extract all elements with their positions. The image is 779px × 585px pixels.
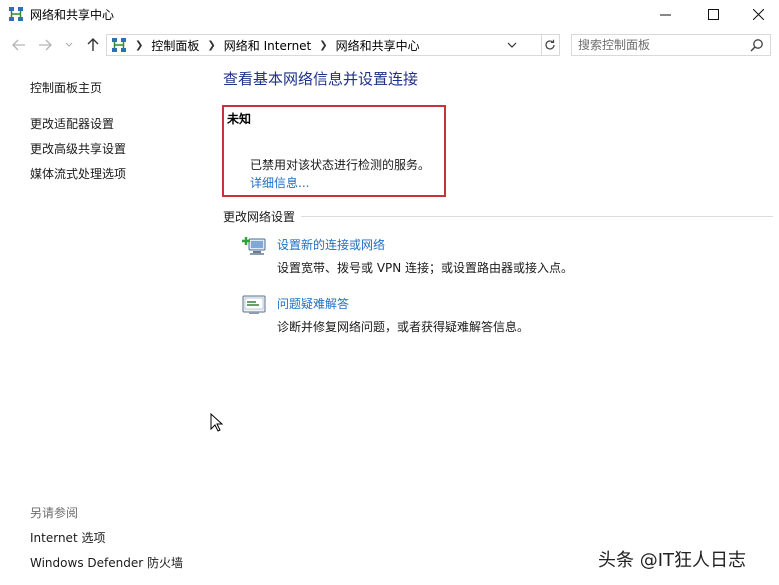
recent-locations-button[interactable]: [62, 36, 76, 54]
maximize-icon: [707, 8, 719, 20]
network-status-text: 已禁用对该状态进行检测的服务。: [250, 158, 431, 172]
back-button[interactable]: [10, 36, 28, 54]
address-history-button[interactable]: [505, 37, 519, 53]
page-title: 查看基本网络信息并设置连接: [223, 70, 419, 88]
breadcrumb-separator-icon[interactable]: ❯: [319, 40, 327, 51]
troubleshoot-problems-link[interactable]: 问题疑难解答: [277, 295, 349, 312]
close-icon: [752, 8, 764, 20]
chevron-down-icon: [507, 42, 517, 48]
troubleshoot-icon: [242, 295, 266, 314]
arrow-left-icon: [12, 39, 25, 51]
maximize-button[interactable]: [690, 0, 736, 28]
new-connection-icon: [242, 237, 266, 255]
see-also-heading: 另请参阅: [30, 506, 79, 520]
control-panel-icon: [112, 38, 126, 52]
up-button[interactable]: [84, 36, 102, 54]
change-adapter-settings-link[interactable]: 更改适配器设置: [30, 115, 114, 132]
control-panel-home-link[interactable]: 控制面板主页: [30, 79, 102, 96]
change-settings-section: 更改网络设置: [223, 208, 773, 225]
chevron-down-icon: [65, 42, 73, 47]
media-streaming-options-link[interactable]: 媒体流式处理选项: [30, 165, 126, 182]
minimize-button[interactable]: [642, 0, 688, 28]
section-heading: 更改网络设置: [223, 210, 296, 224]
breadcrumb-separator-icon[interactable]: ❯: [207, 40, 215, 51]
minimize-icon: [659, 14, 671, 15]
left-pane: 控制面板主页 更改适配器设置 更改高级共享设置 媒体流式处理选项 另请参阅 In…: [0, 58, 210, 585]
details-link[interactable]: 详细信息...: [250, 174, 309, 191]
window-title: 网络和共享中心: [30, 8, 115, 22]
search-icon[interactable]: [750, 38, 764, 52]
network-name: 未知: [227, 112, 252, 126]
forward-button[interactable]: [36, 36, 54, 54]
breadcrumb-network-sharing-center[interactable]: 网络和共享中心: [336, 37, 420, 54]
arrow-up-icon: [87, 38, 99, 51]
network-status-box: 未知 已禁用对该状态进行检测的服务。 详细信息...: [222, 105, 446, 197]
breadcrumb-network-internet[interactable]: 网络和 Internet: [224, 37, 311, 54]
arrow-right-icon: [39, 39, 52, 51]
main-content: 查看基本网络信息并设置连接 未知 已禁用对该状态进行检测的服务。 详细信息...…: [210, 58, 779, 585]
address-bar[interactable]: ❯ 控制面板 ❯ 网络和 Internet ❯ 网络和共享中心: [106, 34, 542, 56]
refresh-icon: [544, 39, 555, 50]
change-advanced-sharing-link[interactable]: 更改高级共享设置: [30, 140, 126, 157]
search-box[interactable]: [571, 34, 771, 56]
network-icon: [9, 7, 23, 21]
title-bar: 网络和共享中心: [0, 0, 779, 28]
close-button[interactable]: [735, 0, 779, 28]
refresh-button[interactable]: [540, 34, 560, 56]
troubleshoot-problems-description: 诊断并修复网络问题，或者获得疑难解答信息。: [277, 320, 530, 334]
internet-options-link[interactable]: Internet 选项: [30, 529, 105, 546]
windows-defender-firewall-link[interactable]: Windows Defender 防火墙: [30, 554, 183, 571]
breadcrumb-separator-icon: ❯: [135, 39, 144, 51]
setup-new-connection-link[interactable]: 设置新的连接或网络: [277, 236, 385, 253]
navigation-bar: ❯ 控制面板 ❯ 网络和 Internet ❯ 网络和共享中心: [0, 32, 779, 58]
watermark-text: 头条 @IT狂人日志: [598, 550, 747, 571]
mouse-cursor-icon: [210, 413, 224, 432]
breadcrumb-control-panel[interactable]: 控制面板: [151, 37, 199, 54]
section-divider: [301, 216, 773, 217]
setup-new-connection-description: 设置宽带、拨号或 VPN 连接；或设置路由器或接入点。: [277, 261, 574, 275]
search-input[interactable]: [578, 35, 748, 55]
